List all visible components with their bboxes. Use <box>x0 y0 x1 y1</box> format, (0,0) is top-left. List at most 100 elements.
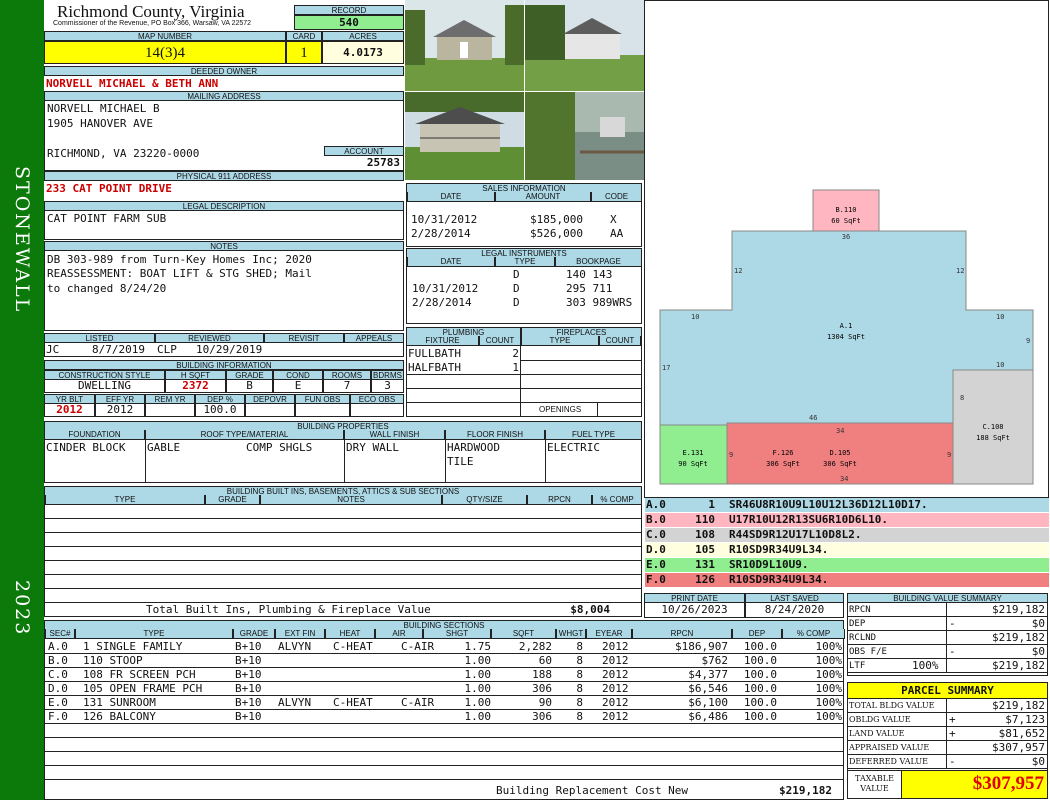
sketch-dimension: 9 <box>729 451 733 459</box>
section-cell: 100% <box>815 668 843 681</box>
bi-value: B <box>226 379 273 393</box>
legend-vector: SR10D9L10U9. <box>729 558 809 571</box>
fire-header: COUNT <box>599 336 641 346</box>
sections-rule <box>45 681 844 682</box>
sale-date: 2/28/2014 <box>411 227 471 240</box>
legend-code: 1 <box>708 498 715 511</box>
section-cell: 2012 <box>602 654 629 667</box>
sales-header: DATE <box>407 192 495 202</box>
section-cell: 108 FR SCREEN PCH <box>83 668 196 681</box>
section-cell: C.0 <box>48 668 68 681</box>
sketch-label-d-id: D.105 <box>829 449 850 457</box>
section-cell: $6,100 <box>688 696 728 709</box>
builtins-rule <box>45 518 642 519</box>
bi-value: 3 <box>371 379 404 393</box>
fire-rule <box>521 360 641 361</box>
sketch-dimension: 12 <box>956 267 964 275</box>
instr-type: D <box>513 282 520 295</box>
fire-header: TYPE <box>521 336 599 346</box>
fuel-type-value: ELECTRIC <box>547 441 600 454</box>
taxable-label-box: TAXABLE VALUE <box>847 771 902 799</box>
sketch-label-d-area: 306 SqFt <box>823 460 857 468</box>
parcel-summary-table: TOTAL BLDG VALUE $219,182 OBLDG VALUE + $7,1… <box>847 699 1048 771</box>
parcel-label: APPRAISED VALUE <box>849 743 930 752</box>
builtins-header: NOTES <box>260 495 442 505</box>
section-cell: 110 STOOP <box>83 654 143 667</box>
instr-bookpage: 140 143 <box>566 268 613 281</box>
sketch-panel: B.110 60 SqFt A.1 1304 SqFt C.108 188 Sq… <box>644 0 1049 498</box>
sketch-dimension: 17 <box>662 364 670 372</box>
section-cell: B+10 <box>235 696 262 709</box>
sections-rule <box>45 779 844 780</box>
district-sidebar: STONEWALL 2023 <box>0 0 44 800</box>
legend-code: 131 <box>695 558 715 571</box>
account-label: ACCOUNT <box>324 146 404 156</box>
legend-row: C.0 108 R44SD9R12U17L10D8L2. <box>645 528 1049 543</box>
record-label: RECORD <box>294 5 404 15</box>
house-photo-1 <box>405 0 524 91</box>
legal-label: LEGAL DESCRIPTION <box>44 201 404 211</box>
floor-finish-1: HARDWOOD <box>447 441 500 454</box>
bi-value2: 100.0 <box>195 403 245 417</box>
legend-row: D.0 105 R10SD9R34U9L34. <box>645 543 1049 558</box>
sections-header: DEP <box>732 629 782 639</box>
sections-header: % COMP <box>782 629 845 639</box>
owner-name: NORVELL MICHAEL & BETH ANN <box>46 77 219 90</box>
notes-line1: DB 303-989 from Turn-Key Homes Inc; 2020 <box>47 253 312 266</box>
sketch-dimension: 10 <box>691 313 699 321</box>
sections-rule <box>45 751 844 752</box>
section-cell: B+10 <box>235 710 262 723</box>
parcel-summary-title: PARCEL SUMMARY <box>847 682 1048 699</box>
plumb-fixture: FULLBATH <box>408 347 461 360</box>
sections-rule <box>45 723 844 724</box>
parcel-label: TOTAL BLDG VALUE <box>849 701 935 710</box>
physical-address: 233 CAT POINT DRIVE <box>46 182 172 195</box>
property-photo-2 <box>525 0 644 91</box>
sketch-dimension: 8 <box>960 394 964 402</box>
sections-header: EYEAR <box>586 629 632 639</box>
section-cell: C-HEAT <box>333 696 373 709</box>
section-cell: 100.0 <box>743 668 777 681</box>
reviewed-by: CLP <box>157 343 177 356</box>
section-cell: $186,907 <box>675 640 728 653</box>
bvs-table: RPCN $219,182 DEP - $0 RCLND $219,182 OBS F/E - $… <box>847 603 1048 676</box>
section-cell: 2012 <box>602 696 629 709</box>
section-cell: B+10 <box>235 682 262 695</box>
commissioner-address: Commissioner of the Revenue, PO Box 366,… <box>53 20 252 27</box>
foundation-value: CINDER BLOCK <box>46 441 126 454</box>
sale-date: 10/31/2012 <box>411 213 478 226</box>
instr-header: TYPE <box>495 257 555 267</box>
property-photo-3 <box>405 92 524 180</box>
card-number: 1 <box>286 41 322 64</box>
legend-code: 108 <box>695 528 715 541</box>
bvs-label: LTF <box>849 661 866 671</box>
sketch-dimension: 9 <box>1026 337 1030 345</box>
instr-header: BOOKPAGE <box>555 257 642 267</box>
house-photo-2 <box>525 0 644 91</box>
section-cell: 100.0 <box>743 696 777 709</box>
plumbing-table: FIXTURE COUNT FULLBATH 2 HALFBATH 1 <box>406 336 521 417</box>
bi-value2 <box>145 403 195 417</box>
builtins-rule <box>45 574 642 575</box>
county-title: Richmond County, Virginia <box>57 2 245 21</box>
notes-line3: to changed 8/24/20 <box>47 282 167 295</box>
roof-type-value: GABLE <box>147 441 181 454</box>
sketch-dimension: 9 <box>947 451 951 459</box>
sections-rule <box>45 653 844 654</box>
prop-h-foundation: FOUNDATION <box>44 430 145 440</box>
notes-label: NOTES <box>44 241 404 251</box>
bvs-label: BUILDING VALUE SUMMARY <box>847 593 1048 603</box>
section-cell: 126 BALCONY <box>83 710 156 723</box>
fire-rule <box>521 388 641 389</box>
parcel-value: $0 <box>1031 755 1045 768</box>
plumb-count: 2 <box>512 347 519 360</box>
sections-header: GRADE <box>233 629 275 639</box>
parcel-value: $219,182 <box>992 699 1045 712</box>
section-cell: 8 <box>576 654 583 667</box>
legend-vector: R44SD9R12U17L10D8L2. <box>729 528 862 541</box>
property-photo-1 <box>405 0 524 91</box>
parcel-label: DEFERRED VALUE <box>849 757 928 766</box>
prop-h-wall: WALL FINISH <box>344 430 445 440</box>
bvs-divider <box>946 617 947 631</box>
section-cell: $6,486 <box>688 710 728 723</box>
